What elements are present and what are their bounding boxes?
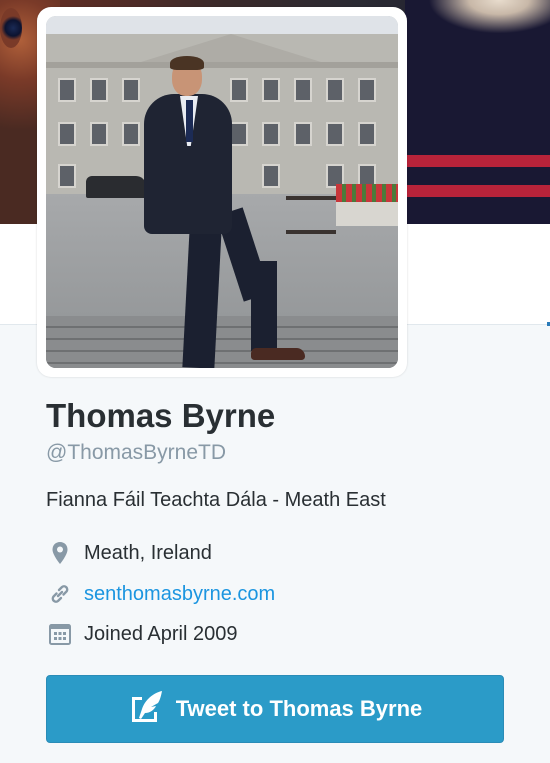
photo-window (58, 78, 76, 102)
profile-location: Meath, Ireland (46, 539, 212, 567)
profile-avatar[interactable] (37, 7, 407, 377)
link-icon (46, 580, 74, 608)
photo-window (90, 78, 108, 102)
profile-handle[interactable]: @ThomasByrneTD (46, 440, 226, 466)
photo-pediment (141, 34, 321, 62)
photo-window (294, 122, 312, 146)
photo-window (326, 78, 344, 102)
photo-window (90, 122, 108, 146)
photo-window (58, 122, 76, 146)
banner-detail (0, 8, 22, 48)
tweet-to-label: Tweet to Thomas Byrne (175, 696, 423, 721)
photo-person-hair (170, 56, 204, 70)
photo-planter (336, 202, 398, 226)
photo-car (86, 176, 146, 198)
banner-stripe (405, 155, 550, 167)
photo-window (58, 164, 76, 188)
photo-cornice (46, 62, 398, 68)
avatar-photo (46, 16, 398, 368)
profile-bio: Fianna Fáil Teachta Dála - Meath East (46, 489, 386, 511)
joined-text: Joined April 2009 (84, 623, 238, 645)
photo-window (230, 122, 248, 146)
photo-window (122, 122, 140, 146)
map-pin-icon (46, 539, 74, 567)
calendar-icon (46, 620, 74, 648)
photo-steps (46, 316, 398, 368)
location-text: Meath, Ireland (84, 542, 212, 564)
photo-window (262, 122, 280, 146)
photo-window (262, 164, 280, 188)
photo-window (326, 122, 344, 146)
photo-window (230, 78, 248, 102)
photo-window (358, 122, 376, 146)
profile-join-date: Joined April 2009 (46, 620, 237, 648)
photo-person-shoe (251, 348, 305, 360)
photo-window (358, 78, 376, 102)
photo-flowers (336, 184, 398, 202)
photo-person-leg (251, 261, 277, 351)
photo-window (122, 78, 140, 102)
website-link[interactable]: senthomasbyrne.com (84, 581, 275, 607)
photo-window (294, 78, 312, 102)
compose-quill-icon (128, 689, 166, 730)
photo-window (262, 78, 280, 102)
photo-person-tie (186, 100, 193, 142)
photo-bench (286, 196, 336, 234)
profile-name[interactable]: Thomas Byrne (46, 396, 275, 436)
tweet-to-button[interactable]: Tweet to Thomas Byrne (46, 675, 504, 743)
profile-website[interactable]: senthomasbyrne.com (46, 580, 275, 608)
banner-highlight (415, 0, 550, 40)
banner-stripe (405, 185, 550, 197)
